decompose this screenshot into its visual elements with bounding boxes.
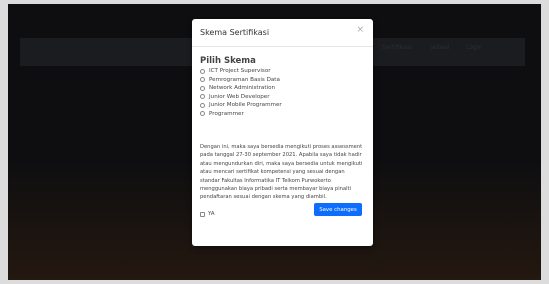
scheme-heading: Pilih Skema bbox=[200, 56, 256, 66]
scheme-option-junior-web-developer[interactable]: Junior Web Developer bbox=[200, 93, 282, 102]
statement-line: atau mengundurkan diri, maka saya bersed… bbox=[200, 160, 363, 167]
scheme-option-label: Pemrograman Basis Data bbox=[209, 76, 280, 83]
scheme-option-label: ICT Project Supervisor bbox=[209, 68, 271, 75]
statement-line: Dengan ini, maka saya bersedia mengikuti… bbox=[200, 144, 363, 150]
save-changes-button[interactable]: Save changes bbox=[314, 203, 362, 216]
agreement-statement: Dengan ini, maka saya bersedia mengikuti… bbox=[200, 143, 366, 202]
scheme-option-network-administration[interactable]: Network Administration bbox=[200, 84, 282, 93]
radio-button[interactable] bbox=[200, 85, 205, 91]
agree-checkbox[interactable] bbox=[200, 211, 205, 217]
background-nav-item-login: Login bbox=[466, 44, 483, 51]
radio-button[interactable] bbox=[200, 77, 205, 83]
statement-line: pada tanggal 27-30 september 2021. Apabi… bbox=[200, 152, 362, 159]
radio-button[interactable] bbox=[200, 68, 205, 74]
close-icon[interactable]: × bbox=[356, 26, 364, 35]
scheme-option-pemrograman-basis-data[interactable]: Pemrograman Basis Data bbox=[200, 76, 282, 85]
certification-modal: Skema Sertifikasi × Pilih Skema ICT Proj… bbox=[192, 19, 373, 246]
agree-option[interactable]: YA bbox=[200, 211, 215, 217]
radio-button[interactable] bbox=[200, 94, 205, 100]
modal-header: Skema Sertifikasi × bbox=[192, 19, 373, 47]
statement-line: standar Fakultas Informatika IT Telkom P… bbox=[200, 177, 331, 184]
statement-line: menggunakan biaya pribadi serta membayar… bbox=[200, 186, 352, 193]
statement-line: atau mencari sertifikat kompetensi yang … bbox=[200, 169, 345, 176]
scheme-option-ict-project-supervisor[interactable]: ICT Project Supervisor bbox=[200, 67, 282, 76]
scheme-option-label: Junior Web Developer bbox=[209, 93, 270, 100]
scheme-option-junior-mobile-programmer[interactable]: Junior Mobile Programmer bbox=[200, 101, 282, 110]
statement-line: pendaftaran sesuai dengan skema yang dia… bbox=[200, 194, 327, 201]
modal-title: Skema Sertifikasi bbox=[200, 28, 270, 37]
scheme-option-label: Junior Mobile Programmer bbox=[209, 102, 282, 109]
scheme-option-label: Network Administration bbox=[209, 85, 276, 92]
scheme-option-label: Programmer bbox=[209, 110, 244, 117]
background-nav-item-sertifikasi: Sertifikasi bbox=[382, 44, 412, 51]
radio-button[interactable] bbox=[200, 111, 205, 117]
radio-button[interactable] bbox=[200, 102, 205, 108]
agree-label: YA bbox=[208, 211, 215, 217]
background-nav-item-jadwal: Jadwal bbox=[430, 44, 450, 51]
scheme-options: ICT Project Supervisor Pemrograman Basis… bbox=[200, 67, 282, 118]
scheme-option-programmer[interactable]: Programmer bbox=[200, 110, 282, 119]
